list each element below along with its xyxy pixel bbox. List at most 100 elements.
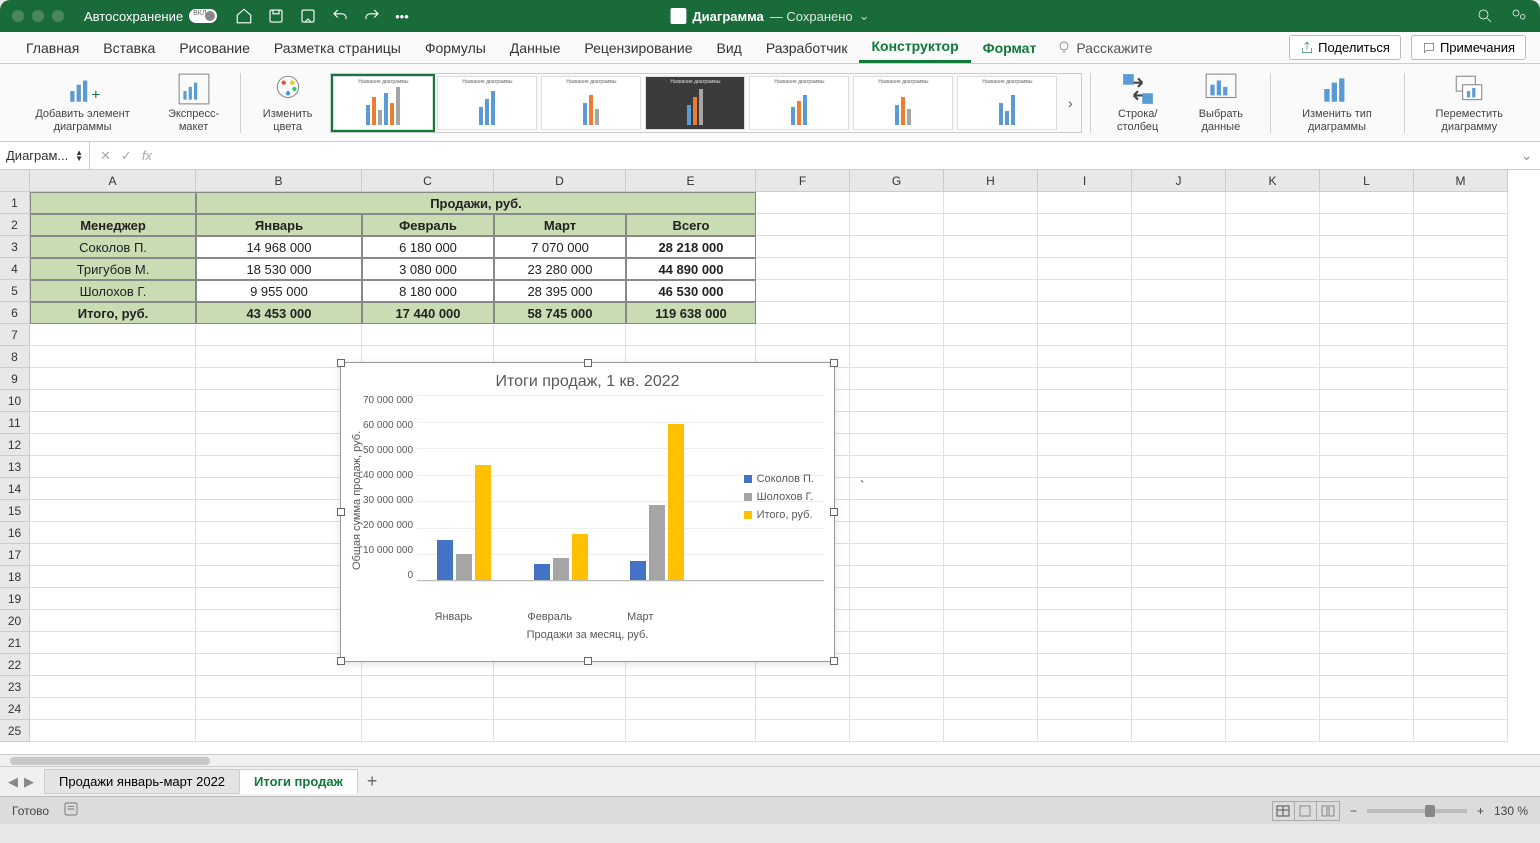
cell[interactable]	[30, 610, 196, 632]
cell[interactable]	[1226, 258, 1320, 280]
chart-object[interactable]: Итоги продаж, 1 кв. 2022 Общая сумма про…	[340, 362, 835, 662]
cell[interactable]	[196, 390, 362, 412]
row-header[interactable]: 1	[0, 192, 30, 214]
cell[interactable]	[196, 544, 362, 566]
cell[interactable]	[850, 588, 944, 610]
cell[interactable]	[1320, 500, 1414, 522]
change-chart-type-button[interactable]: Изменить тип диаграммы	[1278, 66, 1395, 139]
cell[interactable]	[30, 720, 196, 742]
tab-view[interactable]: Вид	[705, 34, 754, 62]
cell[interactable]	[1414, 698, 1508, 720]
cell[interactable]	[944, 214, 1038, 236]
cell[interactable]	[1038, 258, 1132, 280]
resize-handle[interactable]	[584, 657, 592, 665]
quick-layout-button[interactable]: Экспресс-макет	[155, 66, 232, 139]
cell[interactable]	[362, 720, 494, 742]
cell[interactable]	[1226, 698, 1320, 720]
cell[interactable]	[1414, 346, 1508, 368]
save-icon[interactable]	[267, 7, 285, 25]
cell[interactable]	[756, 214, 850, 236]
cell[interactable]	[1038, 346, 1132, 368]
cell[interactable]	[1414, 456, 1508, 478]
cell[interactable]	[30, 566, 196, 588]
zoom-out-button[interactable]: −	[1350, 804, 1357, 818]
cell[interactable]: Март	[494, 214, 626, 236]
row-header[interactable]: 14	[0, 478, 30, 500]
cell[interactable]	[1038, 390, 1132, 412]
cell[interactable]	[1132, 236, 1226, 258]
column-header[interactable]: F	[756, 170, 850, 192]
cell[interactable]	[1132, 302, 1226, 324]
y-axis-title[interactable]: Общая сумма продаж, руб.	[351, 395, 363, 605]
cell[interactable]	[944, 478, 1038, 500]
cell[interactable]	[1038, 324, 1132, 346]
cell[interactable]	[1414, 280, 1508, 302]
page-layout-view-icon[interactable]	[1295, 802, 1317, 820]
cell[interactable]	[1132, 478, 1226, 500]
cell[interactable]	[30, 522, 196, 544]
cell[interactable]	[1132, 346, 1226, 368]
resize-handle[interactable]	[337, 508, 345, 516]
row-header[interactable]: 21	[0, 632, 30, 654]
cell[interactable]	[1226, 522, 1320, 544]
cell[interactable]	[1320, 544, 1414, 566]
name-box[interactable]: Диаграм... ▲▼	[0, 142, 90, 169]
cell[interactable]: 14 968 000	[196, 236, 362, 258]
cell[interactable]	[1132, 214, 1226, 236]
cell[interactable]	[1320, 236, 1414, 258]
cell[interactable]	[850, 610, 944, 632]
cell[interactable]	[30, 698, 196, 720]
change-colors-button[interactable]: Изменить цвета	[249, 66, 327, 139]
cell[interactable]	[944, 698, 1038, 720]
row-header[interactable]: 9	[0, 368, 30, 390]
cell[interactable]	[196, 632, 362, 654]
cell[interactable]	[1320, 390, 1414, 412]
cell[interactable]	[944, 632, 1038, 654]
cell[interactable]	[850, 654, 944, 676]
cell[interactable]	[944, 566, 1038, 588]
row-header[interactable]: 6	[0, 302, 30, 324]
row-header[interactable]: 2	[0, 214, 30, 236]
cell[interactable]	[1320, 610, 1414, 632]
cell[interactable]	[1414, 236, 1508, 258]
cell[interactable]	[1038, 610, 1132, 632]
cell[interactable]	[1414, 654, 1508, 676]
switch-row-column-button[interactable]: Строка/столбец	[1099, 66, 1176, 139]
cell[interactable]	[1414, 720, 1508, 742]
cell[interactable]	[196, 478, 362, 500]
cell[interactable]	[850, 500, 944, 522]
cell[interactable]	[1414, 324, 1508, 346]
cell[interactable]	[196, 456, 362, 478]
cell[interactable]	[1038, 214, 1132, 236]
cell[interactable]	[944, 368, 1038, 390]
cell[interactable]	[30, 632, 196, 654]
cell[interactable]	[944, 324, 1038, 346]
cell[interactable]	[1414, 192, 1508, 214]
row-header[interactable]: 11	[0, 412, 30, 434]
cell[interactable]	[1132, 412, 1226, 434]
cell[interactable]	[30, 654, 196, 676]
cell[interactable]	[944, 302, 1038, 324]
cell[interactable]	[850, 698, 944, 720]
cell[interactable]	[1038, 500, 1132, 522]
cell[interactable]	[1038, 544, 1132, 566]
switch-icon[interactable]: ВКЛ.	[189, 9, 217, 23]
fx-icon[interactable]: fx	[142, 148, 152, 163]
tab-design[interactable]: Конструктор	[859, 32, 970, 63]
cell[interactable]	[1226, 478, 1320, 500]
cell[interactable]	[1320, 214, 1414, 236]
cell[interactable]	[850, 214, 944, 236]
zoom-level[interactable]: 130 %	[1494, 804, 1528, 818]
cell[interactable]: 28 218 000	[626, 236, 756, 258]
column-header[interactable]: E	[626, 170, 756, 192]
cell[interactable]	[756, 676, 850, 698]
row-header[interactable]: 13	[0, 456, 30, 478]
column-header[interactable]: G	[850, 170, 944, 192]
cell[interactable]	[1226, 236, 1320, 258]
cell[interactable]	[850, 720, 944, 742]
select-all-corner[interactable]	[0, 170, 30, 192]
column-header[interactable]: I	[1038, 170, 1132, 192]
row-header[interactable]: 4	[0, 258, 30, 280]
cell[interactable]	[944, 236, 1038, 258]
resize-handle[interactable]	[830, 359, 838, 367]
